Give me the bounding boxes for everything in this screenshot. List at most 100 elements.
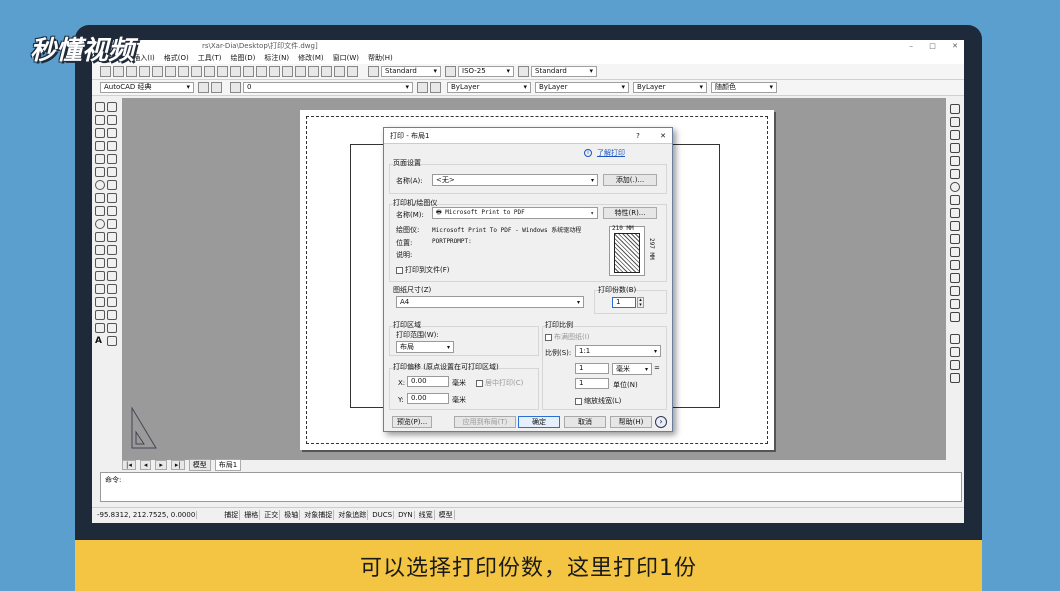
workspace-select[interactable]: AutoCAD 经典 ▾ [100,82,194,93]
tolerance-icon[interactable] [107,336,117,346]
printer-name-select[interactable]: 🖶 Microsoft Print to PDF ▾ [432,207,598,219]
polygon-icon[interactable] [95,141,105,151]
paste-icon[interactable] [204,66,215,77]
menu-format[interactable]: 格式(O) [164,53,189,63]
preview-button[interactable]: 预览(P)... [392,416,432,428]
tab-nav-next[interactable]: ▸ [155,460,167,470]
command-line[interactable]: 命令: [100,472,962,502]
break-icon[interactable] [107,245,117,255]
apply-to-layout-button[interactable]: 应用到布局(T) [454,416,516,428]
copies-input[interactable]: 1 [612,297,636,308]
brush-icon[interactable] [950,312,960,322]
open-file-icon[interactable] [113,66,124,77]
dialog-close-button[interactable]: ✕ [660,132,666,140]
menu-insert[interactable]: 插入(I) [133,53,155,63]
plotstyle-select[interactable]: 随颜色 ▾ [711,82,777,93]
table-icon[interactable] [95,323,105,333]
menu-tools[interactable]: 工具(T) [198,53,222,63]
status-polar[interactable]: 极轴 [283,509,301,520]
layer-previous-icon[interactable] [430,82,441,93]
close-window-button[interactable]: ✕ [952,42,958,50]
printer-properties-button[interactable]: 特性(R)... [603,207,657,219]
menu-help[interactable]: 帮助(H) [368,53,393,63]
ortho-icon[interactable] [950,234,960,244]
mirror-icon[interactable] [107,128,117,138]
stack-icon[interactable] [950,334,960,344]
snap-icon[interactable] [950,221,960,231]
trim-icon[interactable] [107,219,117,229]
menu-window[interactable]: 窗口(W) [333,53,359,63]
region-icon[interactable] [95,310,105,320]
chamfer-icon[interactable] [107,271,117,281]
dim-linear-icon[interactable] [950,260,960,270]
status-model[interactable]: 模型 [438,509,455,520]
move-icon[interactable] [107,167,117,177]
monitor-icon[interactable] [950,360,960,370]
linetype-select[interactable]: ByLayer ▾ [535,82,629,93]
window-icon[interactable] [950,373,960,383]
table-style-select[interactable]: Standard ▾ [531,66,597,77]
lineweight-select[interactable]: ByLayer ▾ [633,82,707,93]
status-snap[interactable]: 捕捉 [223,509,241,520]
pentagon-icon[interactable] [950,143,960,153]
fillet-arc-icon[interactable] [950,299,960,309]
ellipse-arc-icon[interactable] [95,232,105,242]
leader-icon[interactable] [107,323,117,333]
save-icon[interactable] [126,66,137,77]
tab-nav-last[interactable]: ▸| [170,460,185,470]
construction-line-icon[interactable] [95,115,105,125]
status-dyn[interactable]: DYN [397,510,415,519]
curve-icon[interactable] [950,286,960,296]
expand-options-icon[interactable]: › [655,416,667,428]
join-icon[interactable] [107,258,117,268]
help-button[interactable]: 帮助(H) [610,416,652,428]
measure-icon[interactable] [950,195,960,205]
point-icon[interactable] [95,271,105,281]
status-otrack[interactable]: 对象追踪 [337,509,369,520]
spline-icon[interactable] [95,206,105,216]
status-ortho[interactable]: 正交 [263,509,281,520]
print-to-file-checkbox[interactable]: 打印到文件(F) [396,265,450,275]
scale-select[interactable]: 1:1 ▾ [575,345,661,357]
status-lwt[interactable]: 线宽 [418,509,435,520]
erase-icon[interactable] [107,102,117,112]
multiline-text-icon[interactable]: A [95,336,105,346]
stretch-icon[interactable] [107,206,117,216]
layer-select[interactable]: 0 ▾ [243,82,413,93]
scale-unit-select[interactable]: 毫米 ▾ [612,363,652,375]
orbit-icon[interactable] [950,182,960,192]
make-current-layer-icon[interactable] [417,82,428,93]
circle-icon[interactable] [95,180,105,190]
dim-arrows-icon[interactable] [950,273,960,283]
menu-draw[interactable]: 绘图(D) [231,53,256,63]
hatch-icon[interactable] [95,284,105,294]
square-icon[interactable] [950,247,960,257]
array-icon[interactable] [107,154,117,164]
triangle-icon[interactable] [950,130,960,140]
calculator-icon[interactable] [334,66,345,77]
print-icon[interactable] [139,66,150,77]
fit-to-paper-checkbox[interactable]: 布满图纸(I) [545,332,590,342]
status-ducs[interactable]: DUCS [371,510,395,519]
arc-icon[interactable] [95,167,105,177]
angle-icon[interactable] [950,208,960,218]
zoom-previous-icon[interactable] [282,66,293,77]
tab-nav-prev[interactable]: ◂ [139,460,152,470]
add-page-setup-button[interactable]: 添加(.)... [603,174,657,186]
layer-state-icon[interactable] [950,117,960,127]
tool-palettes-icon[interactable] [321,66,332,77]
polyline-icon[interactable] [95,128,105,138]
publish-icon[interactable] [165,66,176,77]
cut-icon[interactable] [178,66,189,77]
copy-icon[interactable] [191,66,202,77]
grid-icon[interactable] [950,156,960,166]
dim-style-select[interactable]: ISO-25 ▾ [458,66,514,77]
group-icon[interactable] [950,347,960,357]
new-file-icon[interactable] [100,66,111,77]
rectangle-icon[interactable] [95,154,105,164]
offset-x-input[interactable]: 0.00 [407,376,449,387]
dialog-help-button[interactable]: ? [636,132,640,140]
match-properties-icon[interactable] [217,66,228,77]
cancel-button[interactable]: 取消 [564,416,606,428]
gradient-icon[interactable] [95,297,105,307]
